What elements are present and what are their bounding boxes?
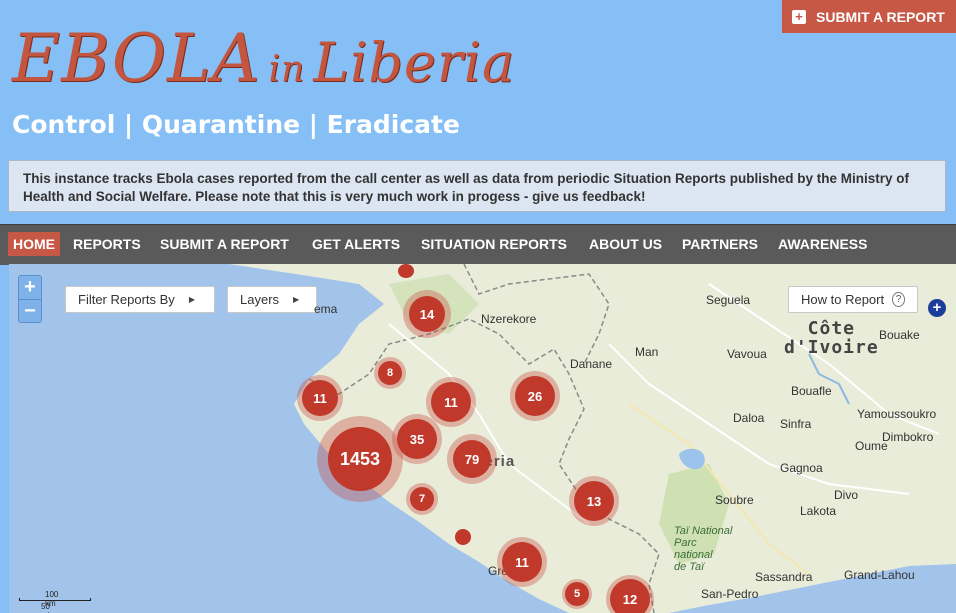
- country-label-line1: Côte: [807, 318, 856, 339]
- map-view[interactable]: + − Filter Reports By ▶ Layers ▶ How to Re…: [9, 264, 956, 613]
- tagline: Control | Quarantine | Eradicate: [12, 110, 460, 139]
- title-liberia: Liberia: [313, 31, 516, 94]
- nav-about-us[interactable]: ABOUT US: [584, 232, 667, 256]
- cluster-count: 1453: [328, 427, 392, 491]
- place-label: ema: [314, 302, 338, 316]
- place-label: Bouake: [879, 328, 920, 342]
- report-cluster[interactable]: 7: [406, 483, 438, 515]
- cluster-count: 11: [302, 380, 338, 416]
- cluster-count: 11: [502, 542, 542, 582]
- submit-report-button[interactable]: + SUBMIT A REPORT: [782, 0, 956, 33]
- place-label: Grand-Lahou: [844, 568, 915, 582]
- cluster-count: 79: [453, 440, 491, 478]
- zoom-control: + −: [18, 275, 42, 323]
- place-label: Danane: [570, 357, 613, 371]
- report-cluster[interactable]: 13: [569, 476, 619, 526]
- cluster-count: 11: [431, 382, 471, 422]
- plus-icon: +: [792, 9, 806, 24]
- place-label: Sassandra: [755, 570, 813, 584]
- nav-home[interactable]: HOME: [8, 232, 60, 256]
- place-label: Gagnoa: [780, 461, 823, 475]
- cluster-count: 26: [515, 376, 555, 416]
- scale-mi: 50 mi: [41, 602, 50, 613]
- filter-reports-button[interactable]: Filter Reports By ▶: [65, 286, 215, 313]
- place-label: Seguela: [706, 293, 751, 307]
- cluster-count: 12: [610, 579, 650, 613]
- place-label: Soubre: [715, 493, 754, 507]
- report-cluster[interactable]: 35: [392, 414, 442, 464]
- country-label-line2: d'Ivoire: [784, 337, 879, 358]
- title-ebola: EBOLA: [12, 20, 261, 97]
- site-title: EBOLA in Liberia: [12, 20, 515, 100]
- report-marker[interactable]: [455, 529, 471, 545]
- report-cluster[interactable]: 26: [510, 371, 560, 421]
- cluster-count: 5: [565, 582, 589, 606]
- nav-situation-reports[interactable]: SITUATION REPORTS: [416, 232, 572, 256]
- park-line: Taï National: [674, 525, 733, 537]
- title-in: in: [268, 49, 306, 90]
- park-line: Parc: [674, 537, 697, 549]
- place-label: Sinfra: [780, 417, 812, 431]
- info-notice: This instance tracks Ebola cases reporte…: [8, 160, 946, 212]
- filter-label: Filter Reports By: [78, 292, 175, 307]
- layers-label: Layers: [240, 292, 280, 307]
- nav-awareness[interactable]: AWARENESS: [773, 232, 872, 256]
- scale-bar: [19, 598, 91, 601]
- cluster-count: 14: [409, 296, 445, 332]
- nav-submit-report[interactable]: SUBMIT A REPORT: [155, 232, 294, 256]
- place-label: Man: [635, 345, 659, 359]
- country-label: Côte d'Ivoire: [784, 319, 879, 357]
- layers-button[interactable]: Layers ▶: [227, 286, 317, 313]
- place-label: Bouafle: [791, 384, 832, 398]
- park-line: de Taï: [674, 561, 705, 573]
- place-label: Vavoua: [727, 347, 767, 361]
- nav-partners[interactable]: PARTNERS: [677, 232, 763, 256]
- report-cluster[interactable]: 8: [374, 357, 406, 389]
- report-marker[interactable]: [398, 264, 414, 278]
- park-label: Taï National Parc national de Taï: [674, 525, 732, 573]
- place-label: Daloa: [733, 411, 765, 425]
- place-label: San-Pedro: [701, 587, 759, 601]
- cluster-count: 13: [574, 481, 614, 521]
- cluster-count: 7: [410, 487, 434, 511]
- place-label: Lakota: [800, 504, 837, 518]
- place-label: Divo: [834, 488, 859, 502]
- cluster-count: 8: [378, 361, 402, 385]
- place-label: Yamoussoukro: [857, 407, 937, 421]
- zoom-out-button[interactable]: −: [19, 299, 41, 323]
- park-line: national: [674, 549, 713, 561]
- main-nav: HOME REPORTS SUBMIT A REPORT GET ALERTS …: [0, 224, 956, 265]
- caret-right-icon: ▶: [293, 295, 300, 304]
- nav-get-alerts[interactable]: GET ALERTS: [307, 232, 405, 256]
- how-to-report-button[interactable]: How to Report?: [788, 286, 918, 313]
- place-label: Oume: [855, 439, 888, 453]
- report-cluster[interactable]: 14: [403, 290, 451, 338]
- place-label: Dimbokro: [882, 430, 934, 444]
- report-cluster[interactable]: 11: [497, 537, 547, 587]
- zoom-in-button[interactable]: +: [19, 276, 41, 299]
- cluster-count: 35: [397, 419, 437, 459]
- help-icon: ?: [892, 292, 905, 307]
- caret-right-icon: ▶: [188, 295, 195, 304]
- report-cluster[interactable]: 5: [562, 579, 592, 609]
- how-to-report-label: How to Report: [801, 292, 885, 307]
- place-label: Nzerekore: [481, 312, 537, 326]
- submit-report-label: SUBMIT A REPORT: [816, 8, 945, 25]
- report-cluster[interactable]: 1453: [317, 416, 403, 502]
- expand-plus-icon[interactable]: +: [928, 299, 946, 317]
- nav-reports[interactable]: REPORTS: [68, 232, 146, 256]
- report-cluster[interactable]: 79: [447, 434, 497, 484]
- report-cluster[interactable]: 11: [297, 375, 343, 421]
